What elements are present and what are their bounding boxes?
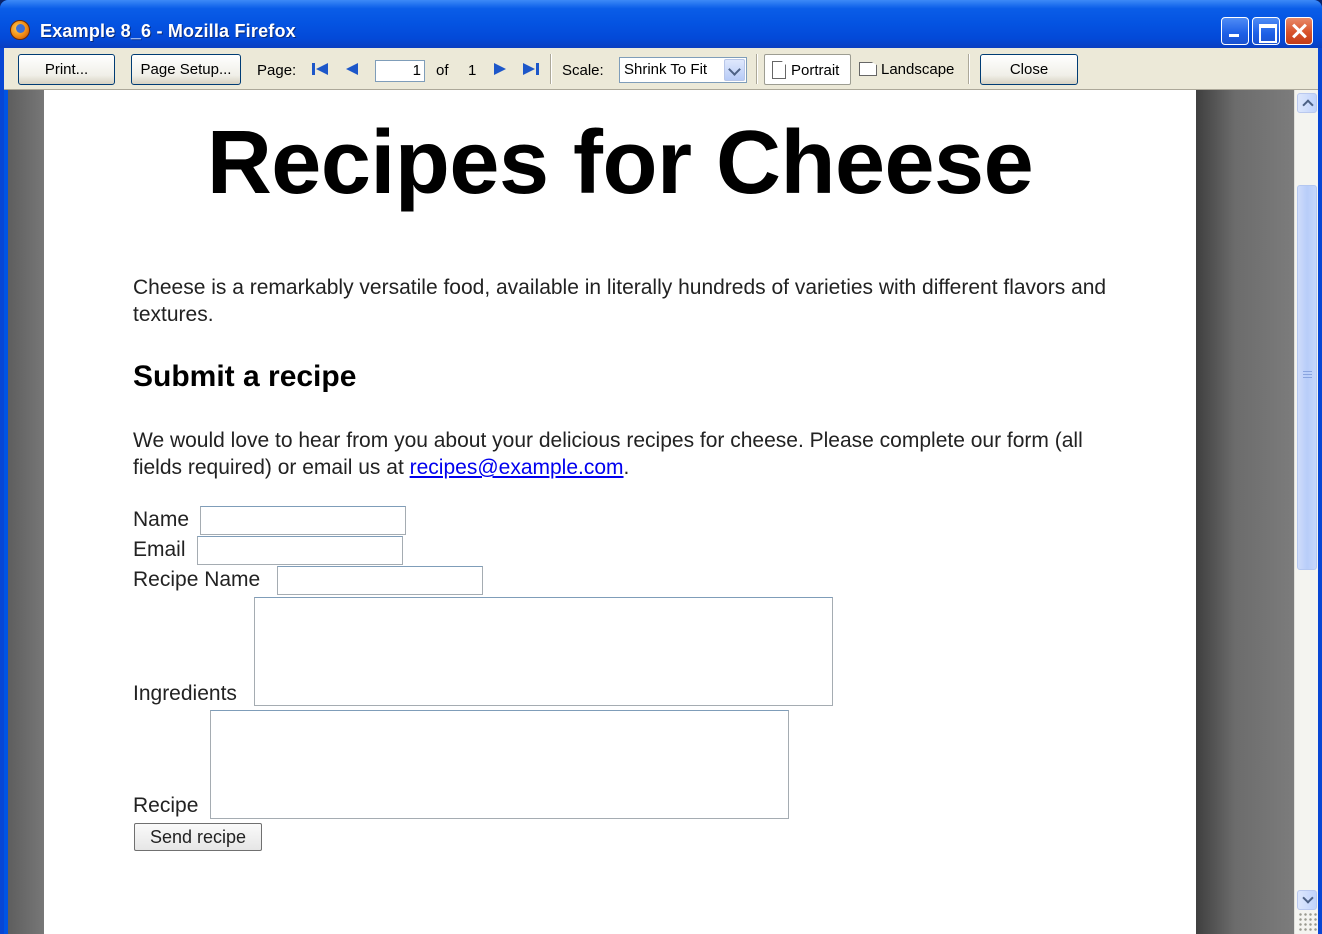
- toolbar-separator: [550, 54, 551, 84]
- email-input[interactable]: [197, 536, 403, 565]
- submit-paragraph: We would love to hear from you about you…: [133, 427, 1113, 481]
- ingredients-label: Ingredients: [133, 682, 237, 705]
- page-shadow-left: [8, 90, 44, 934]
- preview-page: Recipes for Cheese Cheese is a remarkabl…: [44, 90, 1196, 934]
- recipe-textarea[interactable]: [210, 710, 789, 819]
- scroll-up-icon[interactable]: [1297, 93, 1317, 113]
- submit-heading: Submit a recipe: [133, 360, 357, 393]
- scrollbar-thumb[interactable]: [1297, 185, 1317, 570]
- landscape-page-icon: [859, 62, 877, 76]
- intro-paragraph: Cheese is a remarkably versatile food, a…: [133, 276, 1107, 326]
- vertical-scrollbar[interactable]: [1294, 90, 1318, 934]
- email-label: Email: [133, 538, 186, 561]
- landscape-label: Landscape: [881, 61, 955, 78]
- scale-select-value: Shrink To Fit: [624, 61, 708, 78]
- page-of-label: of: [436, 62, 449, 79]
- window-frame-right: [1318, 48, 1322, 934]
- close-preview-button[interactable]: Close: [980, 54, 1078, 85]
- scale-label: Scale:: [562, 62, 604, 79]
- browser-window: Example 8_6 - Mozilla Firefox Print... P…: [0, 0, 1322, 934]
- page-heading: Recipes for Cheese: [206, 113, 1034, 213]
- next-page-icon[interactable]: [491, 61, 509, 77]
- preview-viewport: Recipes for Cheese Cheese is a remarkabl…: [8, 90, 1294, 934]
- submit-paragraph-end: .: [623, 456, 630, 479]
- first-page-icon[interactable]: [311, 61, 329, 77]
- scroll-down-icon[interactable]: [1297, 890, 1317, 910]
- scale-select[interactable]: Shrink To Fit: [619, 57, 747, 83]
- recipe-name-label: Recipe Name: [133, 568, 261, 591]
- minimize-button[interactable]: [1221, 17, 1249, 45]
- recipe-label: Recipe: [133, 794, 199, 817]
- page-label: Page:: [257, 62, 297, 79]
- window-frame-left: [0, 48, 4, 934]
- window-title: Example 8_6 - Mozilla Firefox: [40, 21, 296, 41]
- resize-grip-icon[interactable]: [1298, 912, 1318, 932]
- email-link[interactable]: recipes@example.com: [410, 456, 624, 479]
- maximize-button[interactable]: [1252, 17, 1280, 45]
- firefox-icon: [10, 20, 30, 40]
- previous-page-icon[interactable]: [343, 61, 361, 77]
- close-window-button[interactable]: [1285, 17, 1313, 45]
- landscape-toggle[interactable]: Landscape: [855, 54, 965, 85]
- page-number-input[interactable]: 1: [375, 60, 425, 82]
- toolbar-separator: [968, 54, 969, 84]
- portrait-label: Portrait: [791, 62, 840, 79]
- print-button[interactable]: Print...: [18, 54, 115, 85]
- print-preview-toolbar: Print... Page Setup... Page: 1 of 1 Scal…: [4, 48, 1318, 90]
- page-total: 1: [468, 62, 477, 79]
- title-bar[interactable]: Example 8_6 - Mozilla Firefox: [0, 0, 1322, 48]
- chevron-down-icon[interactable]: [724, 59, 745, 81]
- name-input[interactable]: [200, 506, 406, 535]
- page-shadow-right: [1196, 90, 1294, 934]
- name-label: Name: [133, 508, 190, 531]
- toolbar-separator: [756, 54, 757, 84]
- send-recipe-button[interactable]: Send recipe: [134, 823, 262, 851]
- last-page-icon[interactable]: [522, 61, 540, 77]
- page-setup-button[interactable]: Page Setup...: [131, 54, 241, 85]
- portrait-page-icon: [772, 61, 786, 79]
- portrait-toggle[interactable]: Portrait: [764, 54, 851, 85]
- recipe-name-input[interactable]: [277, 566, 483, 595]
- ingredients-textarea[interactable]: [254, 597, 833, 706]
